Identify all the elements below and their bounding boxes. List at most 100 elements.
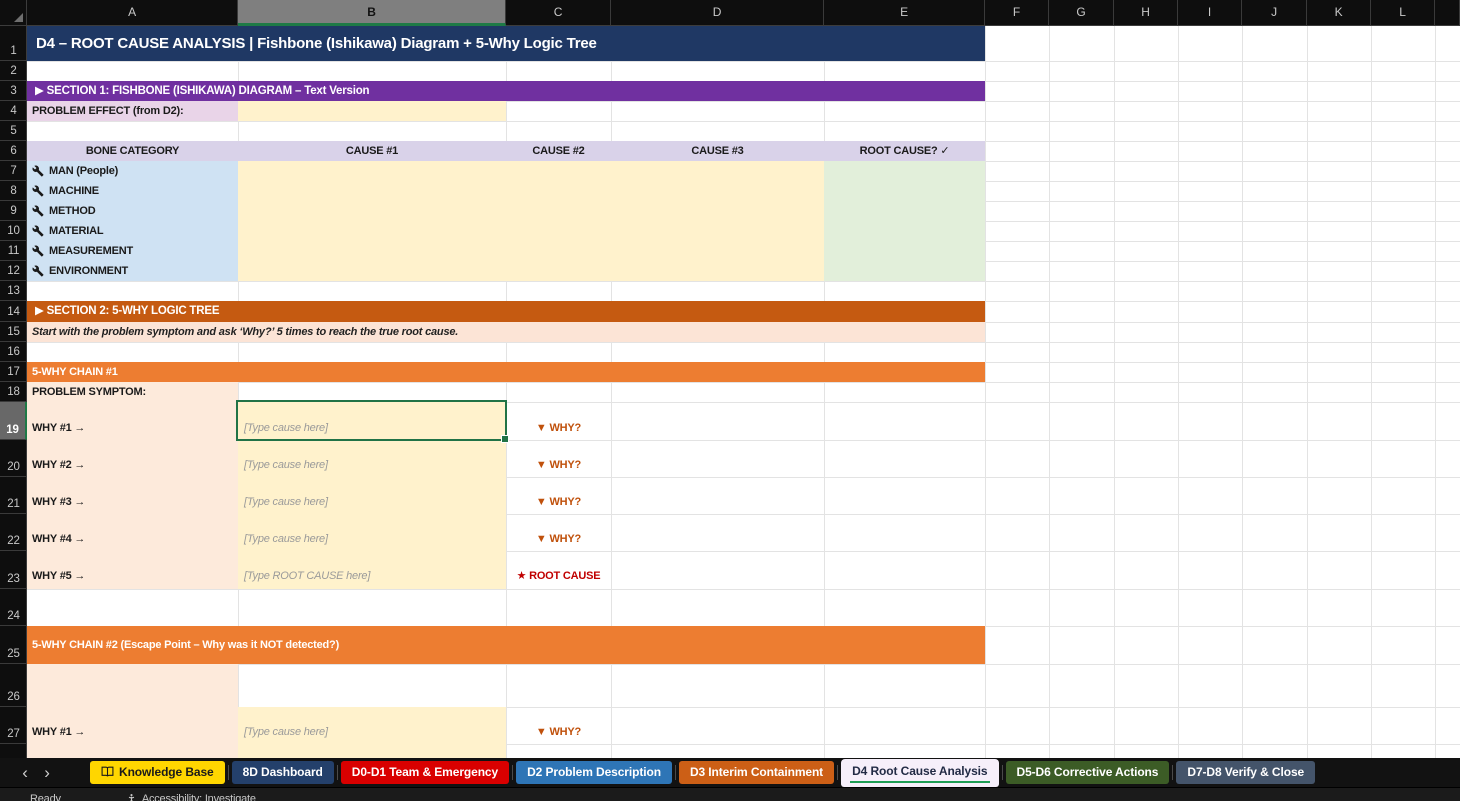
row-header-12[interactable]: 12 <box>0 261 27 281</box>
column-header-E[interactable]: E <box>824 0 985 26</box>
row-header-15[interactable]: 15 <box>0 322 27 342</box>
row-header-5[interactable]: 5 <box>0 121 27 141</box>
row-header-11[interactable]: 11 <box>0 241 27 261</box>
tab-separator <box>337 765 338 780</box>
row-header-20[interactable]: 20 <box>0 440 27 477</box>
chain1-why2-label: WHY #2 → <box>32 455 85 475</box>
gridline <box>27 121 1460 122</box>
bone-category-row: MAN (People) <box>27 161 238 181</box>
bone-category-row: METHOD <box>27 201 238 221</box>
chain1-why2-input[interactable]: [Type cause here] <box>244 455 328 475</box>
sheet-tab-d5-d6-corrective-actions[interactable]: D5-D6 Corrective Actions <box>1006 761 1170 784</box>
problem-symptom-label: PROBLEM SYMPTOM: <box>32 382 146 402</box>
tab-separator <box>1002 765 1003 780</box>
row-header-19[interactable]: 19 <box>0 402 27 440</box>
chain1-why1-tag: ▼ WHY? <box>506 418 611 438</box>
row-header-26[interactable]: 26 <box>0 664 27 707</box>
row-header-10[interactable]: 10 <box>0 221 27 241</box>
row-header-1[interactable]: 1 <box>0 26 27 61</box>
row-header-8[interactable]: 8 <box>0 181 27 201</box>
column-headers: ABCDEFGHIJKL <box>0 0 1460 26</box>
row-header-4[interactable]: 4 <box>0 101 27 121</box>
chain1-why5-input[interactable]: [Type ROOT CAUSE here] <box>244 566 370 586</box>
gridline <box>27 382 1460 383</box>
row-header-23[interactable]: 23 <box>0 551 27 589</box>
bone-category-label: MATERIAL <box>49 225 103 237</box>
column-header-partial[interactable] <box>1435 0 1460 26</box>
chain1-why4-label: WHY #4 → <box>32 529 85 549</box>
sheet-tab-d3-interim-containment[interactable]: D3 Interim Containment <box>679 761 834 784</box>
accessibility-status[interactable]: Accessibility: Investigate <box>126 793 256 801</box>
column-header-L[interactable]: L <box>1371 0 1435 26</box>
sheet-tab-d2-problem-description[interactable]: D2 Problem Description <box>516 761 672 784</box>
row-header-3[interactable]: 3 <box>0 81 27 101</box>
select-all-corner[interactable] <box>0 0 27 26</box>
bone-category-row: MACHINE <box>27 181 238 201</box>
column-header-I[interactable]: I <box>1178 0 1242 26</box>
row-header-9[interactable]: 9 <box>0 201 27 221</box>
sheet-tab-8d-dashboard[interactable]: 8D Dashboard <box>232 761 334 784</box>
row-header-21[interactable]: 21 <box>0 477 27 514</box>
column-header-K[interactable]: K <box>1307 0 1371 26</box>
fill-handle[interactable] <box>501 435 509 443</box>
chain1-label-column: PROBLEM SYMPTOM: <box>27 382 238 589</box>
column-header-C[interactable]: C <box>506 0 611 26</box>
gridline <box>985 26 986 758</box>
column-header-A[interactable]: A <box>27 0 238 26</box>
column-header-D[interactable]: D <box>611 0 824 26</box>
tab-separator <box>512 765 513 780</box>
section1-header: ▶ SECTION 1: FISHBONE (ISHIKAWA) DIAGRAM… <box>27 81 985 101</box>
gridline <box>1307 26 1308 758</box>
row-header-13[interactable]: 13 <box>0 281 27 301</box>
fishbone-table-header: BONE CATEGORY CAUSE #1 CAUSE #2 CAUSE #3… <box>27 141 985 161</box>
active-tab-underline <box>850 781 989 783</box>
sheet-tab-d0-d1-team-emergency[interactable]: D0-D1 Team & Emergency <box>341 761 509 784</box>
chain1-why3-input[interactable]: [Type cause here] <box>244 492 328 512</box>
sheet-tab-d4-root-cause-analysis[interactable]: D4 Root Cause Analysis <box>841 759 998 787</box>
row-header-18[interactable]: 18 <box>0 382 27 402</box>
row-header-27[interactable]: 27 <box>0 707 27 744</box>
tab-separator <box>228 765 229 780</box>
active-cell-selection[interactable] <box>236 400 507 441</box>
column-header-G[interactable]: G <box>1049 0 1114 26</box>
accessibility-icon <box>126 793 137 801</box>
gridline <box>27 281 1460 282</box>
section2-note: Start with the problem symptom and ask ‘… <box>27 322 985 342</box>
chain1-why5-label: WHY #5 → <box>32 566 85 586</box>
row-header-24[interactable]: 24 <box>0 589 27 626</box>
row-header-22[interactable]: 22 <box>0 514 27 551</box>
chain2-header: 5-WHY CHAIN #2 (Escape Point – Why was i… <box>27 626 985 664</box>
sheet-tab-d7-d8-verify-close[interactable]: D7-D8 Verify & Close <box>1176 761 1315 784</box>
row-header-2[interactable]: 2 <box>0 61 27 81</box>
column-header-B[interactable]: B <box>238 0 506 26</box>
column-header-J[interactable]: J <box>1242 0 1307 26</box>
status-ready: Ready <box>30 793 61 801</box>
chain1-why1-label: WHY #1 → <box>32 418 85 438</box>
column-header-F[interactable]: F <box>985 0 1049 26</box>
chain1-why4-input[interactable]: [Type cause here] <box>244 529 328 549</box>
problem-effect-input-cell[interactable] <box>238 101 506 121</box>
row-header-25[interactable]: 25 <box>0 626 27 664</box>
chain2-why1-input[interactable]: [Type cause here] <box>244 722 328 742</box>
wrench-icon <box>32 225 44 237</box>
column-header-H[interactable]: H <box>1114 0 1178 26</box>
row-header-14[interactable]: 14 <box>0 301 27 322</box>
sheet-tab-knowledge-base[interactable]: Knowledge Base <box>90 761 225 784</box>
bone-category-row: ENVIRONMENT <box>27 261 238 281</box>
root-cause-check-area[interactable] <box>824 161 985 281</box>
tabs-scroll-right-icon[interactable]: › <box>36 761 58 785</box>
chain1-why4-tag: ▼ WHY? <box>506 529 611 549</box>
tabs-scroll-left-icon[interactable]: ‹ <box>14 761 36 785</box>
cause-input-area[interactable] <box>238 161 824 281</box>
row-header-7[interactable]: 7 <box>0 161 27 181</box>
gridline <box>1371 26 1372 758</box>
gridline <box>27 342 1460 343</box>
tab-separator <box>837 765 838 780</box>
row-header-17[interactable]: 17 <box>0 362 27 382</box>
bone-category-row: MEASUREMENT <box>27 241 238 261</box>
chain2-label-column <box>27 664 238 758</box>
sheet-tabs: Knowledge Base 8D Dashboard D0-D1 Team & E… <box>90 758 1315 787</box>
row-header-16[interactable]: 16 <box>0 342 27 362</box>
page-title: D4 – ROOT CAUSE ANALYSIS | Fishbone (Ish… <box>27 26 985 61</box>
row-header-6[interactable]: 6 <box>0 141 27 161</box>
